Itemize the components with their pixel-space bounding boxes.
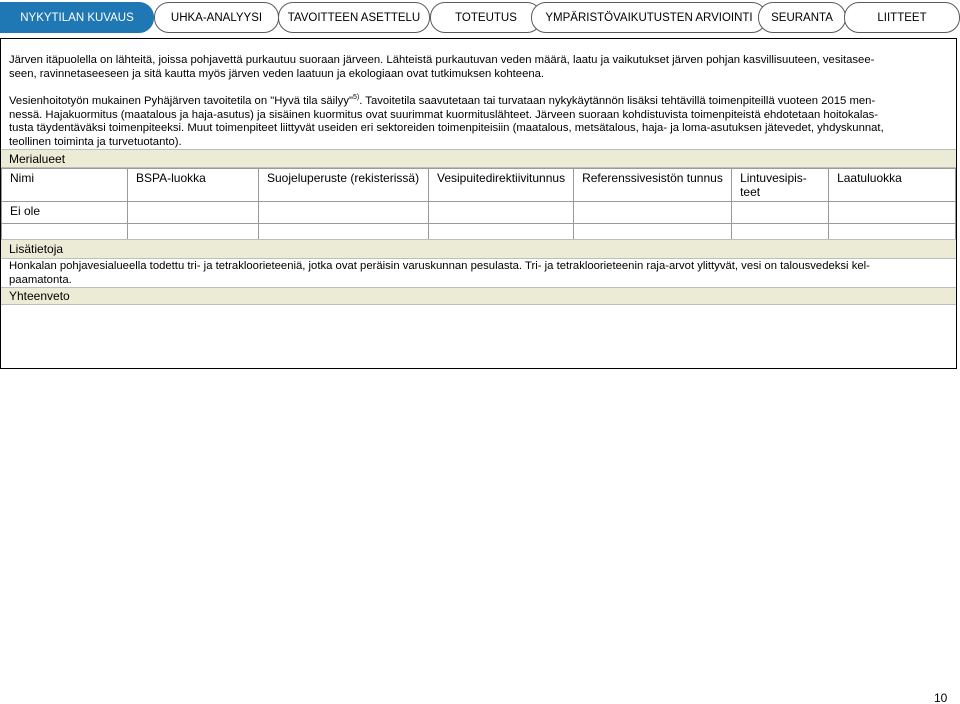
tab-uhka-analyysi[interactable]: UHKA-ANALYYSI [154,2,279,33]
merialueet-table: Nimi BSPA-luokka Suojeluperuste (rekiste… [1,168,956,244]
table-cell: Ei ole [1,201,128,224]
top-nav: NYKYTILAN KUVAUS UHKA-ANALYYSI TAVOITTEE… [0,0,960,36]
table-header-cell: Laatuluokka [828,168,956,202]
table-header-cell: Suojeluperuste (rekisterissä) [258,168,429,202]
section-merialueet: Merialueet [1,149,956,168]
tab-seuranta[interactable]: SEURANTA [758,2,846,33]
paragraph-line: seen, ravinnetaseeseen ja sitä kautta my… [9,67,545,80]
section-lisatietoja: Lisätietoja [1,239,956,259]
paragraph-line: paamatonta. [9,273,72,286]
header-line: Lintuvesipis- [740,171,807,185]
table-cell [573,201,733,224]
content-frame: Järven itäpuolella on lähteitä, joissa p… [0,38,957,369]
page-number: 10 [934,691,948,704]
tab-liitteet[interactable]: LIITTEET [844,2,960,33]
table-header-cell: Referenssivesistön tunnus [573,168,733,202]
table-cell [258,201,429,224]
section-yhteenveto: Yhteenveto [1,287,956,305]
table-header-cell: BSPA-luokka [127,168,259,202]
table-row: Ei ole [1,201,956,224]
table-cell [427,201,575,224]
paragraph-tavoitetila: Vesienhoitotyön mukainen Pyhäjärven tavo… [9,94,949,149]
section-heading: Yhteenveto [9,289,70,303]
paragraph-line: teollinen toiminta ja turvetuotanto). [9,135,182,148]
section-heading: Merialueet [9,151,66,166]
tab-nykytilan-kuvaus[interactable]: NYKYTILAN KUVAUS [0,2,154,33]
table-header-cell: Vesipuitedirektiivitunnus [427,168,575,202]
table-cell [731,201,830,224]
paragraph-lahteet: Järven itäpuolella on lähteitä, joissa p… [9,54,949,81]
lisatietoja-text: Honkalan pohjavesialueella todettu tri- … [9,260,949,287]
table-header-row: Nimi BSPA-luokka Suojeluperuste (rekiste… [1,168,956,202]
paragraph-line: Vesienhoitotyön mukainen Pyhäjärven tavo… [9,94,949,109]
section-heading: Lisätietoja [9,242,64,256]
paragraph-line: Honkalan pohjavesialueella todettu tri- … [9,260,870,272]
header-line: teet [740,185,761,199]
table-header-cell: Lintuvesipis- teet [731,168,830,202]
tab-tavoitteen-asettelu[interactable]: TAVOITTEEN ASETTELU [278,2,430,33]
paragraph-line: nessä. Hajakuormitus (maatalous ja haja-… [9,108,879,121]
tab-ymparistovaikutusten-arviointi[interactable]: YMPÄRISTÖVAIKUTUSTEN ARVIOINTI [531,2,767,33]
table-header-cell: Nimi [1,168,128,202]
table-cell [127,201,259,224]
tab-toteutus[interactable]: TOTEUTUS [430,2,542,33]
paragraph-line: tusta täydentäväksi toimenpiteeksi. Muut… [9,122,884,135]
table-cell [828,201,956,224]
paragraph-text: Vesienhoitotyön mukainen Pyhäjärven tavo… [9,95,353,107]
paragraph-text: . Tavoitetila saavutetaan tai turvataan … [359,95,876,107]
paragraph-line: Järven itäpuolella on lähteitä, joissa p… [9,54,875,66]
